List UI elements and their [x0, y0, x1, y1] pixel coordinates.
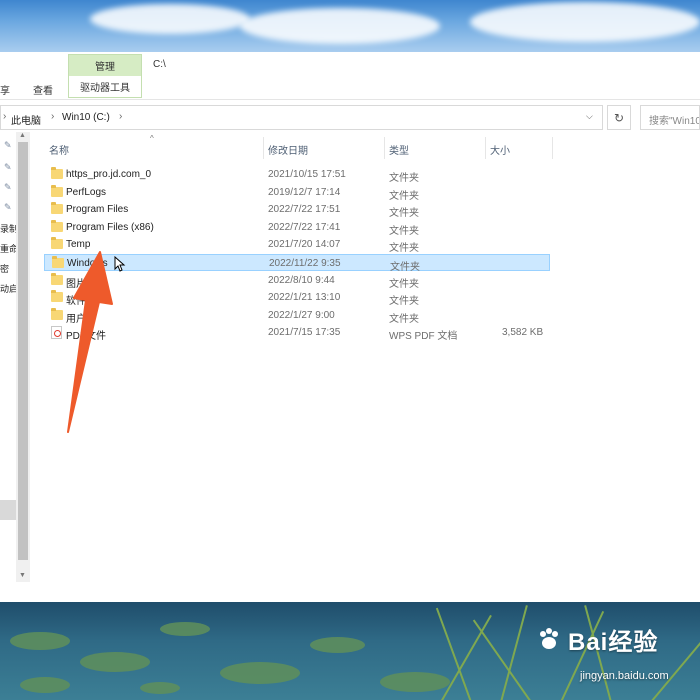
- manage-context-label: 管理: [68, 54, 142, 76]
- folder-icon: [51, 237, 63, 250]
- refresh-icon: ↻: [613, 110, 625, 125]
- file-explorer-window: 享 查看 管理 驱动器工具 C:\ › 此电脑 › Win10 (C:) › ⌵…: [0, 52, 700, 602]
- column-divider[interactable]: [485, 137, 486, 159]
- table-row[interactable]: https_pro.jd.com_0 2021/10/15 17:51 文件夹: [44, 166, 550, 184]
- file-modified: 2021/10/15 17:51: [268, 169, 346, 180]
- file-type: 文件夹: [389, 208, 419, 220]
- desktop-wallpaper-sky: [0, 0, 700, 52]
- file-name: https_pro.jd.com_0: [66, 169, 152, 180]
- watermark-url: jingyan.baidu.com: [580, 670, 669, 682]
- pin-icon: ✎: [4, 162, 12, 172]
- file-modified: 2021/7/20 14:07: [268, 239, 341, 251]
- file-modified: 2022/7/22 17:51: [268, 204, 341, 216]
- drive-tools-group: 管理 驱动器工具: [68, 54, 142, 98]
- nav-scrollbar-thumb[interactable]: [18, 142, 28, 560]
- pdf-icon: [51, 326, 62, 340]
- pin-icon: ✎: [4, 202, 12, 212]
- tab-share[interactable]: 享: [0, 82, 10, 97]
- ribbon: 享 查看 管理 驱动器工具 C:\: [0, 52, 700, 100]
- nav-selected-item[interactable]: [0, 500, 16, 520]
- column-divider[interactable]: [552, 137, 553, 159]
- paw-icon: [540, 627, 558, 649]
- table-row[interactable]: 用户 2022/1/27 9:00 文件夹: [44, 307, 550, 325]
- search-input[interactable]: 搜索"Win10 (C:)": [640, 105, 700, 130]
- nav-scrollbar[interactable]: ▲ ▼: [16, 132, 30, 582]
- folder-icon: [51, 202, 63, 215]
- file-type: WPS PDF 文档: [389, 331, 458, 343]
- file-name: Program Files: [66, 204, 129, 216]
- column-header-size[interactable]: 大小: [490, 142, 510, 157]
- file-modified: 2019/12/7 17:14: [268, 186, 341, 198]
- navigation-pane: ✎ ✎ ✎ ✎ 录制 重命 密 动启 ▲ ▼: [0, 132, 30, 602]
- tab-drive-tools[interactable]: 驱动器工具: [68, 76, 142, 98]
- tab-view[interactable]: 查看: [33, 82, 53, 97]
- mouse-cursor-icon: [114, 256, 126, 272]
- column-header-type[interactable]: 类型: [389, 142, 409, 157]
- breadcrumb-this-pc[interactable]: 此电脑: [11, 112, 41, 127]
- address-history-dropdown-icon[interactable]: ⌵: [586, 111, 593, 122]
- file-type: 文件夹: [389, 296, 419, 308]
- folder-icon: [51, 307, 63, 320]
- table-row[interactable]: Program Files 2022/7/22 17:51 文件夹: [44, 201, 550, 220]
- column-header-modified[interactable]: 修改日期: [268, 142, 308, 157]
- column-divider[interactable]: [263, 137, 264, 159]
- folder-icon: [52, 256, 64, 268]
- breadcrumb-chevron-icon[interactable]: ›: [51, 111, 54, 122]
- address-bar[interactable]: › 此电脑 › Win10 (C:) › ⌵: [0, 105, 603, 130]
- scroll-down-icon[interactable]: ▼: [19, 572, 26, 579]
- folder-icon: [51, 272, 63, 285]
- folder-icon: [51, 219, 63, 232]
- file-name: Temp: [66, 239, 91, 251]
- refresh-button[interactable]: ↻: [607, 105, 631, 130]
- file-modified: 2022/1/27 9:00: [268, 309, 335, 321]
- file-name: 图片: [66, 278, 86, 290]
- breadcrumb-chevron-icon[interactable]: ›: [119, 111, 122, 122]
- column-header-name[interactable]: 名称: [49, 142, 69, 157]
- address-row: › 此电脑 › Win10 (C:) › ⌵ ↻ 搜索"Win10 (C:)": [0, 104, 700, 131]
- table-row[interactable]: PerfLogs 2019/12/7 17:14 文件夹: [44, 184, 550, 202]
- window-path-title: C:\: [153, 59, 166, 70]
- file-name: PDF文件: [66, 331, 106, 343]
- file-name: PerfLogs: [66, 186, 107, 198]
- file-name: 用户: [66, 313, 86, 325]
- breadcrumb-chevron-icon[interactable]: ›: [3, 111, 6, 122]
- scroll-up-icon[interactable]: ▲: [19, 132, 26, 139]
- file-type: 文件夹: [389, 313, 419, 325]
- file-type: 文件夹: [389, 243, 419, 255]
- breadcrumb-drive-c[interactable]: Win10 (C:): [62, 112, 110, 123]
- pin-icon: ✎: [4, 182, 12, 192]
- file-type: 文件夹: [389, 190, 419, 202]
- file-modified: 2021/7/15 17:35: [268, 327, 341, 339]
- folder-icon: [51, 184, 63, 197]
- pin-icon: ✎: [4, 140, 12, 150]
- table-row[interactable]: PDF文件 2021/7/15 17:35 WPS PDF 文档 3,582 KB: [44, 324, 550, 343]
- file-name: Program Files (x86): [66, 221, 154, 233]
- watermark-brand: Bai经验: [568, 629, 659, 656]
- file-type: 文件夹: [389, 225, 419, 237]
- file-list: ^ 名称 修改日期 类型 大小 https_pro.jd.com_0 2021/1…: [44, 134, 604, 604]
- file-modified: 2022/1/21 13:10: [268, 292, 341, 304]
- watermark: Bai经验: [536, 622, 658, 657]
- sort-ascending-icon: ^: [150, 134, 154, 143]
- file-modified: 2022/8/10 9:44: [268, 274, 335, 286]
- file-size: 3,582 KB: [502, 327, 544, 339]
- folder-icon: [51, 290, 63, 303]
- file-modified: 2022/7/22 17:41: [268, 221, 341, 233]
- nav-item[interactable]: 密: [0, 262, 9, 275]
- table-row[interactable]: Program Files (x86) 2022/7/22 17:41 文件夹: [44, 219, 550, 237]
- file-name: 软件: [66, 296, 86, 308]
- file-type: 文件夹: [389, 173, 419, 184]
- folder-icon: [51, 167, 63, 179]
- file-type: 文件夹: [389, 278, 419, 290]
- table-row[interactable]: 图片 2022/8/10 9:44 文件夹: [44, 272, 550, 290]
- table-row[interactable]: 软件 2022/1/21 13:10 文件夹: [44, 289, 550, 308]
- file-name: Windows: [67, 258, 108, 269]
- table-row[interactable]: Temp 2021/7/20 14:07 文件夹: [44, 236, 550, 255]
- file-modified: 2022/11/22 9:35: [269, 258, 341, 269]
- column-divider[interactable]: [384, 137, 385, 159]
